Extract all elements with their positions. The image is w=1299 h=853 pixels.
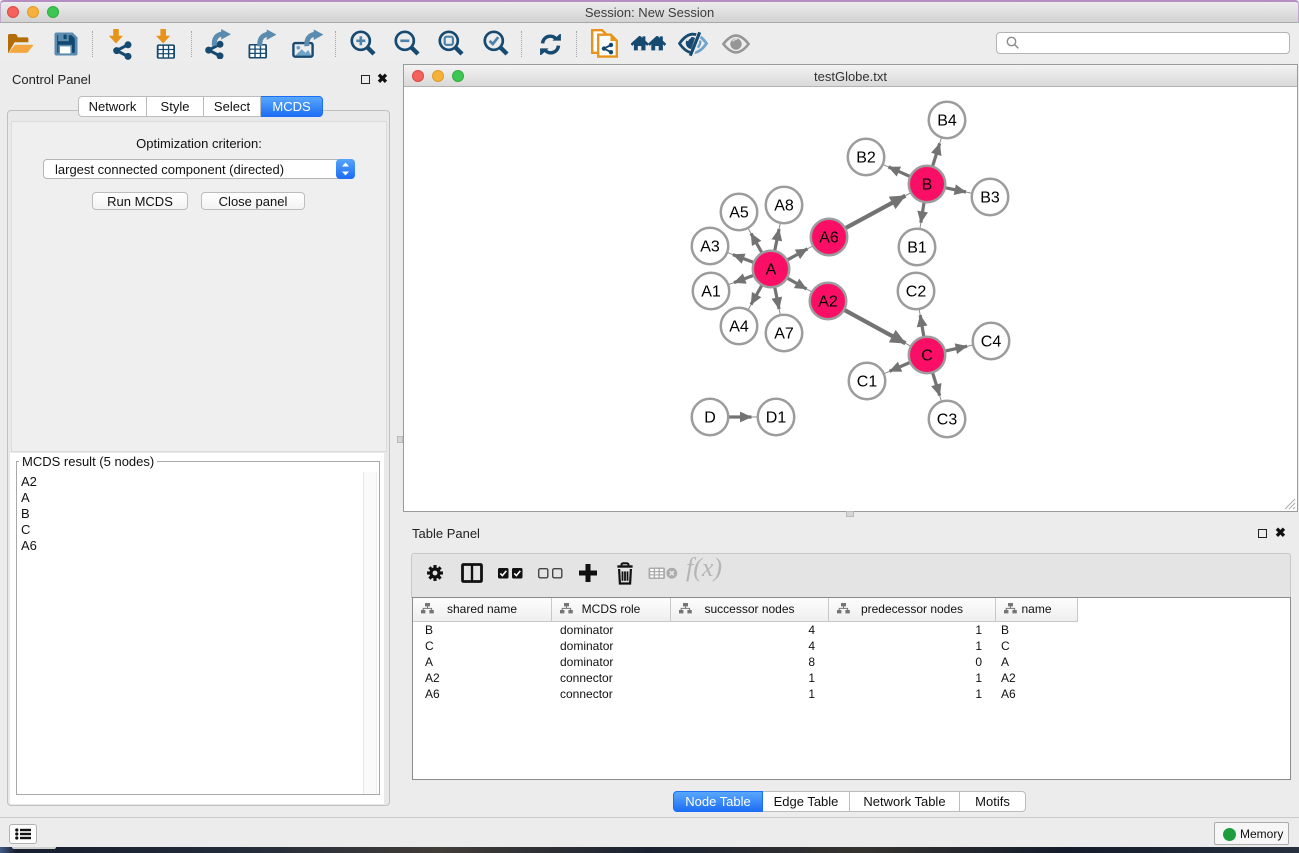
svg-text:C4: C4 xyxy=(981,334,1002,351)
svg-text:A1: A1 xyxy=(701,284,721,301)
svg-text:A4: A4 xyxy=(729,319,749,336)
svg-text:B1: B1 xyxy=(907,240,927,257)
svg-text:B3: B3 xyxy=(980,190,1000,207)
svg-text:A8: A8 xyxy=(774,198,794,215)
svg-text:C3: C3 xyxy=(937,412,958,429)
svg-text:A2: A2 xyxy=(818,294,838,311)
svg-text:D: D xyxy=(704,410,716,427)
svg-text:A6: A6 xyxy=(819,230,839,247)
svg-text:A7: A7 xyxy=(774,326,794,343)
svg-text:C: C xyxy=(921,348,933,365)
svg-text:A3: A3 xyxy=(700,239,720,256)
svg-text:D1: D1 xyxy=(766,410,787,427)
svg-text:C1: C1 xyxy=(857,374,878,391)
svg-text:B2: B2 xyxy=(856,150,876,167)
svg-text:B: B xyxy=(922,177,933,194)
svg-text:C2: C2 xyxy=(906,284,927,301)
svg-text:A5: A5 xyxy=(729,205,749,222)
svg-text:A: A xyxy=(766,262,777,279)
svg-text:B4: B4 xyxy=(937,113,957,130)
